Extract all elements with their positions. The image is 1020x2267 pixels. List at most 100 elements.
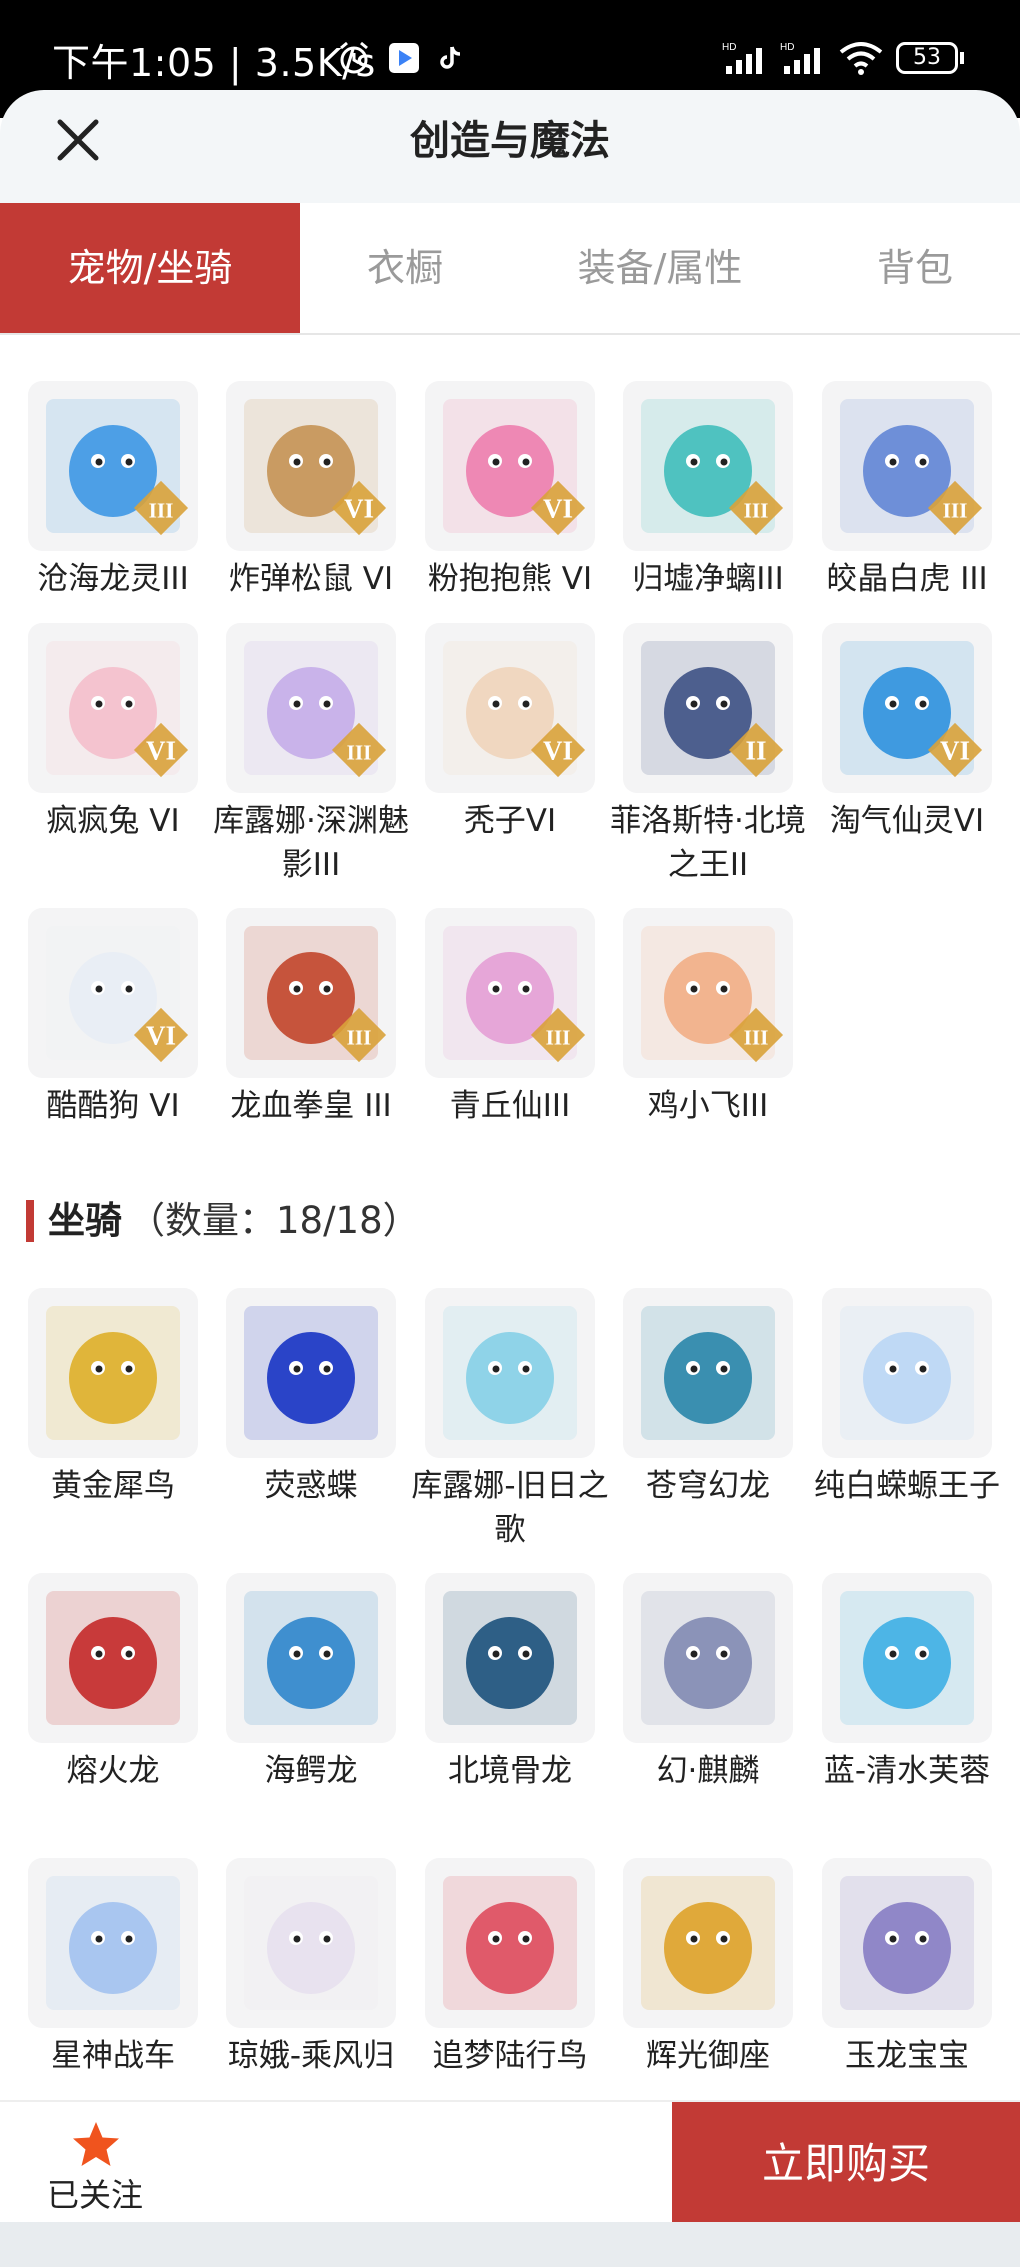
rank-badge-label: III bbox=[744, 1026, 769, 1050]
mount-image bbox=[641, 1591, 775, 1725]
mount-thumbnail bbox=[623, 1288, 793, 1458]
pet-card[interactable]: III 库露娜·深渊魅影III bbox=[213, 623, 409, 887]
section-count: （数量：18/18） bbox=[128, 1199, 420, 1242]
rank-badge-label: VI bbox=[543, 736, 573, 766]
star-icon bbox=[73, 2122, 119, 2166]
mount-thumbnail bbox=[425, 1858, 595, 2028]
pet-thumbnail: III bbox=[28, 381, 198, 551]
pet-card[interactable]: III 鸡小飞III bbox=[623, 908, 793, 1128]
mount-name: 熔火龙 bbox=[66, 1753, 160, 1789]
rank-badge-icon: III bbox=[133, 480, 189, 536]
mount-image bbox=[443, 1306, 577, 1440]
mount-name: 玉龙宝宝 bbox=[845, 2038, 969, 2074]
pet-card[interactable]: VI 粉抱抱熊 VI bbox=[425, 381, 595, 601]
mount-card[interactable]: 北境骨龙 bbox=[425, 1573, 595, 1793]
rank-badge-icon: VI bbox=[331, 480, 387, 536]
pet-card[interactable]: III 皎晶白虎 III bbox=[822, 381, 992, 601]
pet-thumbnail: III bbox=[623, 381, 793, 551]
mount-card[interactable]: 黄金犀鸟 bbox=[28, 1288, 198, 1508]
tab-pets-mounts[interactable]: 宠物/坐骑 bbox=[0, 203, 300, 333]
signal-icon-2: HD bbox=[780, 42, 820, 74]
rank-badge-label: III bbox=[347, 741, 372, 765]
mount-card[interactable]: 辉光御座 bbox=[623, 1858, 793, 2078]
app-header: 创造与魔法 bbox=[0, 90, 1020, 203]
mount-name: 库露娜-旧日之歌 bbox=[411, 1468, 609, 1548]
mount-card[interactable]: 幻·麒麟 bbox=[623, 1573, 793, 1793]
mount-card[interactable]: 熔火龙 bbox=[28, 1573, 198, 1793]
tab-bar: 宠物/坐骑 衣橱 装备/属性 背包 bbox=[0, 203, 1020, 335]
mount-card[interactable]: 琼娥-乘风归 bbox=[226, 1858, 396, 2078]
section-title: 坐骑 bbox=[48, 1199, 122, 1242]
tiktok-icon bbox=[440, 46, 461, 69]
pet-name: 青丘仙III bbox=[449, 1088, 571, 1124]
svg-text:HD: HD bbox=[722, 42, 736, 53]
rank-badge-label: III bbox=[149, 499, 174, 523]
mount-card[interactable]: 库露娜-旧日之歌 bbox=[411, 1288, 609, 1552]
mount-name: 蓝-清水芙蓉 bbox=[823, 1753, 991, 1789]
battery-level: 53 bbox=[913, 45, 941, 70]
mount-thumbnail bbox=[822, 1573, 992, 1743]
rank-badge-icon: III bbox=[927, 480, 983, 536]
mount-name: 苍穹幻龙 bbox=[646, 1468, 770, 1504]
mount-card[interactable]: 海鳄龙 bbox=[226, 1573, 396, 1793]
pet-name: 粉抱抱熊 VI bbox=[427, 561, 593, 597]
mount-card[interactable]: 追梦陆行鸟 bbox=[425, 1858, 595, 2078]
pet-thumbnail: III bbox=[623, 908, 793, 1078]
rank-badge-label: VI bbox=[146, 736, 176, 766]
section-accent-bar bbox=[26, 1200, 34, 1242]
mount-name: 追梦陆行鸟 bbox=[432, 2038, 588, 2074]
pet-name: 疯疯兔 VI bbox=[46, 803, 180, 839]
pet-card[interactable]: VI 炸弹松鼠 VI bbox=[226, 381, 396, 601]
mount-thumbnail bbox=[623, 1573, 793, 1743]
pet-thumbnail: III bbox=[822, 381, 992, 551]
tab-wardrobe[interactable]: 衣橱 bbox=[300, 203, 510, 333]
rank-badge-icon: II bbox=[728, 722, 784, 778]
pet-card[interactable]: VI 疯疯兔 VI bbox=[28, 623, 198, 843]
mount-thumbnail bbox=[822, 1858, 992, 2028]
mount-name: 琼娥-乘风归 bbox=[227, 2038, 395, 2074]
pet-card[interactable]: III 归墟净螭III bbox=[623, 381, 793, 601]
pet-name: 炸弹松鼠 VI bbox=[228, 561, 394, 597]
rank-badge-icon: III bbox=[331, 722, 387, 778]
mount-thumbnail bbox=[822, 1288, 992, 1458]
pet-name: 皎晶白虎 III bbox=[826, 561, 988, 597]
pet-name: 酷酷狗 VI bbox=[46, 1088, 180, 1124]
tab-equipment[interactable]: 装备/属性 bbox=[540, 203, 780, 333]
pet-card[interactable]: II 菲洛斯特·北境之王II bbox=[610, 623, 806, 887]
mount-image bbox=[641, 1876, 775, 2010]
pet-name: 淘气仙灵VI bbox=[829, 803, 985, 839]
mount-card[interactable]: 星神战车 bbox=[28, 1858, 198, 2078]
mount-image bbox=[840, 1876, 974, 2010]
mount-card[interactable]: 纯白蝾螈王子 bbox=[814, 1288, 1000, 1508]
rank-badge-icon: VI bbox=[133, 722, 189, 778]
rank-badge-icon: VI bbox=[133, 1007, 189, 1063]
mount-image bbox=[840, 1306, 974, 1440]
mount-card[interactable]: 荧惑蝶 bbox=[226, 1288, 396, 1508]
follow-button[interactable]: 已关注 bbox=[30, 2114, 160, 2214]
mount-image bbox=[244, 1876, 378, 2010]
pet-thumbnail: VI bbox=[425, 381, 595, 551]
signal-icon: HD bbox=[722, 42, 762, 74]
pet-name: 库露娜·深渊魅影III bbox=[213, 803, 409, 883]
pet-card[interactable]: VI 秃子VI bbox=[425, 623, 595, 843]
rank-badge-icon: VI bbox=[927, 722, 983, 778]
pet-thumbnail: III bbox=[226, 623, 396, 793]
mount-name: 黄金犀鸟 bbox=[51, 1468, 175, 1504]
mount-card[interactable]: 玉龙宝宝 bbox=[822, 1858, 992, 2078]
pet-card[interactable]: VI 淘气仙灵VI bbox=[822, 623, 992, 843]
pet-thumbnail: VI bbox=[822, 623, 992, 793]
mount-card[interactable]: 苍穹幻龙 bbox=[623, 1288, 793, 1508]
pet-card[interactable]: III 青丘仙III bbox=[425, 908, 595, 1128]
mount-thumbnail bbox=[226, 1288, 396, 1458]
pet-card[interactable]: III 沧海龙灵III bbox=[28, 381, 198, 601]
tab-backpack[interactable]: 背包 bbox=[820, 203, 1010, 333]
status-time: 下午1:05 | 3.5K/s bbox=[52, 41, 376, 85]
mount-name: 北境骨龙 bbox=[448, 1753, 572, 1789]
pet-card[interactable]: III 龙血拳皇 III bbox=[226, 908, 396, 1128]
mount-image bbox=[840, 1591, 974, 1725]
mount-thumbnail bbox=[226, 1573, 396, 1743]
pet-card[interactable]: VI 酷酷狗 VI bbox=[28, 908, 198, 1128]
buy-now-button[interactable]: 立即购买 bbox=[672, 2102, 1020, 2226]
mount-card[interactable]: 蓝-清水芙蓉 bbox=[822, 1573, 992, 1793]
rank-badge-label: VI bbox=[344, 494, 374, 524]
